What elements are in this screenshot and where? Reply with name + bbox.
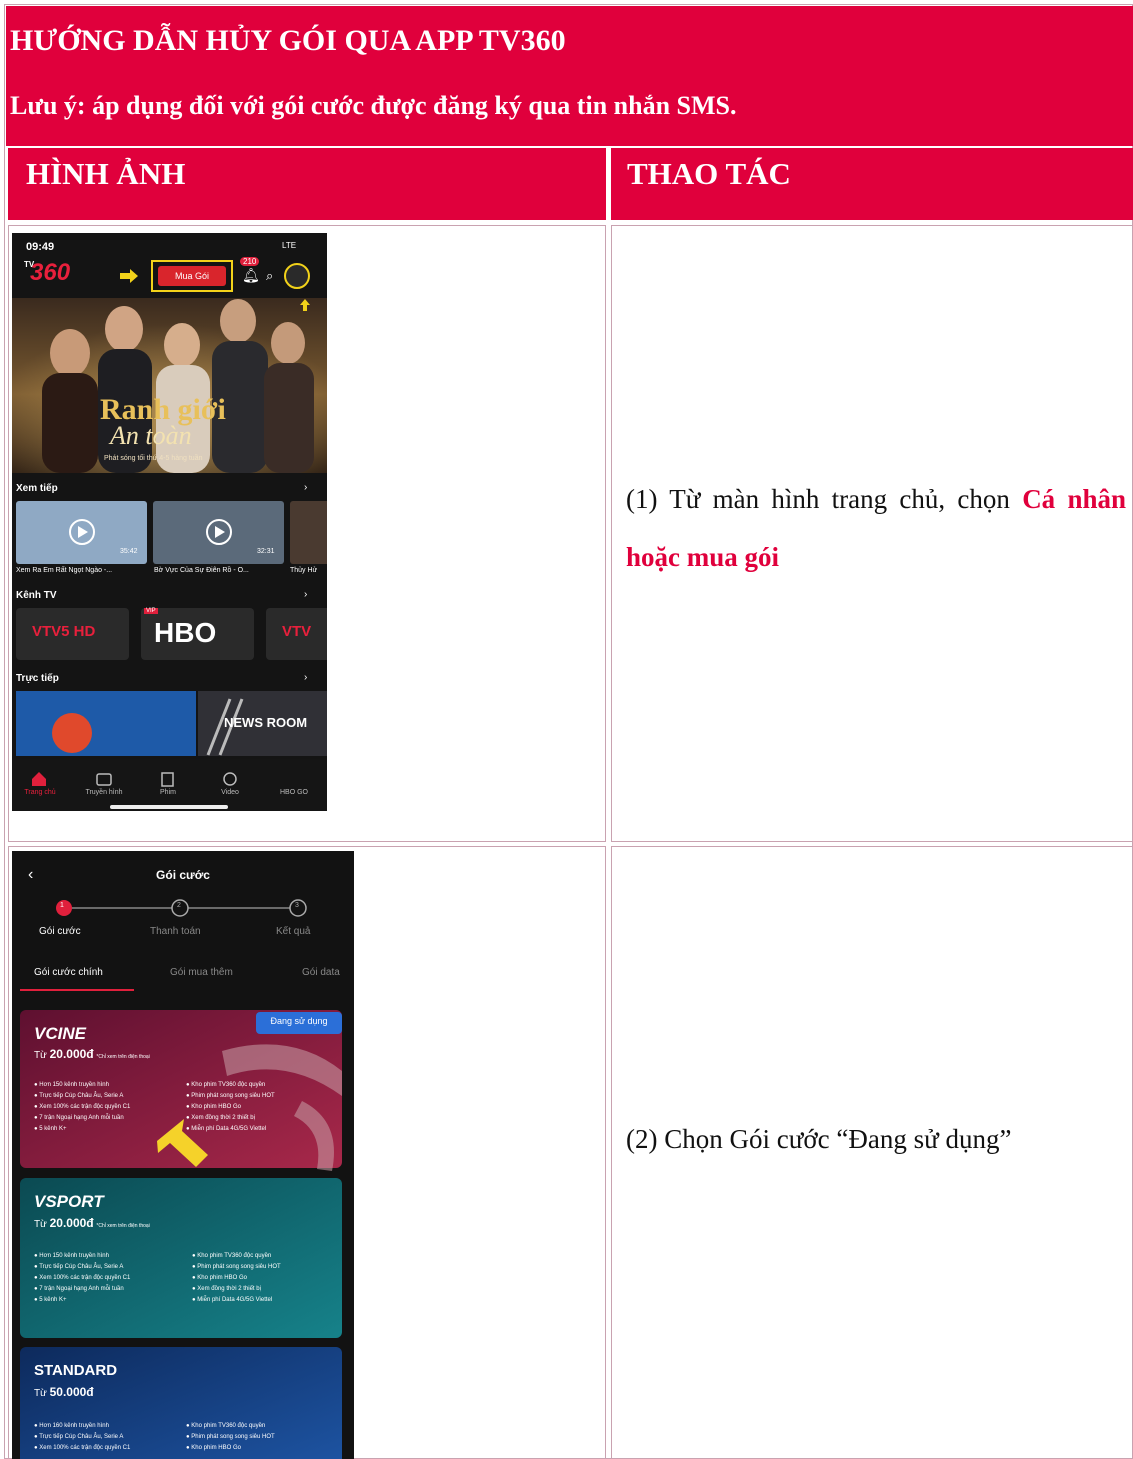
header-banner: HƯỚNG DẪN HỦY GÓI QUA APP TV360 Lưu ý: á… <box>6 6 1133 146</box>
buy-package-button[interactable]: Mua Gói <box>158 266 226 286</box>
column-header-action: THAO TÁC <box>611 148 1133 220</box>
step-1-text: (1) Từ màn hình trang chủ, chọn Cá nhân … <box>626 470 1126 586</box>
feature-list-cine-left: ● Hơn 150 kênh truyền hình ● Trực tiếp C… <box>34 1082 131 1132</box>
tv-more-icon[interactable]: › <box>304 589 307 600</box>
hero-caption: Phát sóng tối thứ 4-5 hàng tuần <box>104 455 203 462</box>
feature-list-cine-right: ● Kho phim TV360 độc quyền ● Phim phát s… <box>186 1082 275 1132</box>
search-icon[interactable]: ⌕ <box>266 268 273 284</box>
continue-title[interactable]: Bờ Vực Của Sự Điên Rồ - O... <box>154 567 249 574</box>
continue-duration: 32:31 <box>257 548 275 555</box>
feature-list-standard-left: ● Hơn 160 kênh truyền hình ● Trực tiếp C… <box>34 1423 131 1451</box>
step-label-package: Gói cước <box>39 926 81 937</box>
nav-home[interactable]: Trang chủ <box>16 789 64 796</box>
live-banner-title[interactable]: NEWS ROOM <box>224 715 307 730</box>
tab-data-packages[interactable]: Gói data <box>302 967 340 978</box>
package-price-standard: Từ 50.000đ <box>34 1385 94 1399</box>
feature-list-standard-right: ● Kho phim TV360 độc quyền ● Phim phát s… <box>186 1423 275 1451</box>
bell-icon[interactable]: 🔔︎ <box>242 267 260 284</box>
section-tv: Kênh TV <box>16 590 57 601</box>
page-note: Lưu ý: áp dụng đối với gói cước được đăn… <box>10 91 737 120</box>
vip-badge: VIP <box>144 608 158 614</box>
channel-vtv5[interactable]: VTV5 HD <box>32 623 95 640</box>
channel-hbo[interactable]: HBO <box>154 617 216 649</box>
step-1-prefix: (1) Từ màn hình trang chủ, chọn <box>626 484 1023 514</box>
feature-list-sport-left: ● Hơn 150 kênh truyền hình ● Trực tiếp C… <box>34 1253 131 1303</box>
continue-duration: 35:42 <box>120 548 138 555</box>
step-2-text: (2) Chọn Gói cước “Đang sử dụng” <box>626 1124 1012 1154</box>
nav-hbo-go[interactable]: HBO GO <box>268 789 320 796</box>
step-number: 2 <box>177 902 181 909</box>
step-number: 1 <box>60 902 64 909</box>
status-signal: LTE <box>282 241 297 250</box>
live-more-icon[interactable]: › <box>304 672 307 683</box>
notification-count: 210 <box>240 257 260 266</box>
page-title: HƯỚNG DẪN HỦY GÓI QUA APP TV360 <box>10 24 566 57</box>
package-price-sport: Từ 20.000đ *Chỉ xem trên điện thoại <box>34 1216 150 1230</box>
nav-movies[interactable]: Phim <box>146 789 190 796</box>
continue-title[interactable]: Xem Ra Em Rất Ngọt Ngào -... <box>16 567 112 574</box>
package-name-standard[interactable]: STANDARD <box>34 1362 117 1379</box>
step-label-result: Kết quả <box>276 926 311 937</box>
tab-main-packages[interactable]: Gói cước chính <box>34 967 103 978</box>
nav-video[interactable]: Video <box>208 789 252 796</box>
status-time: 09:49 <box>26 241 55 253</box>
package-price-cine: Từ 20.000đ *Chỉ xem trên điện thoại <box>34 1047 150 1061</box>
section-live: Trực tiếp <box>16 673 59 684</box>
step-number: 3 <box>295 902 299 909</box>
screenshot-packages: ‹ Gói cước 1 2 3 Gói cước Thanh toán Kết… <box>12 851 354 1459</box>
column-header-image: HÌNH ẢNH <box>8 148 606 220</box>
section-continue: Xem tiếp <box>16 483 58 494</box>
tab-addon-packages[interactable]: Gói mua thêm <box>170 967 233 978</box>
in-use-badge: Đang sử dụng <box>270 1016 328 1026</box>
screenshot-home: 09:49 LTE TV 360 Mua Gói 🔔︎ 210 ⌕ Ranh g… <box>12 233 327 811</box>
tv360-logo: 360 <box>30 259 71 286</box>
channel-vtv[interactable]: VTV <box>282 623 311 640</box>
package-name-cine[interactable]: VCINE <box>34 1024 86 1044</box>
nav-tv[interactable]: Truyền hình <box>76 789 132 796</box>
hero-title-2: An toàn <box>110 421 192 450</box>
step-label-payment: Thanh toán <box>150 926 201 937</box>
continue-more-icon[interactable]: › <box>304 482 307 493</box>
avatar-button[interactable] <box>284 263 310 289</box>
package-name-sport[interactable]: VSPORT <box>34 1192 104 1212</box>
screen-title: Gói cước <box>156 868 210 882</box>
feature-list-sport-right: ● Kho phim TV360 độc quyền ● Phim phát s… <box>192 1253 281 1303</box>
continue-title[interactable]: Thủy Hử <box>290 567 317 574</box>
